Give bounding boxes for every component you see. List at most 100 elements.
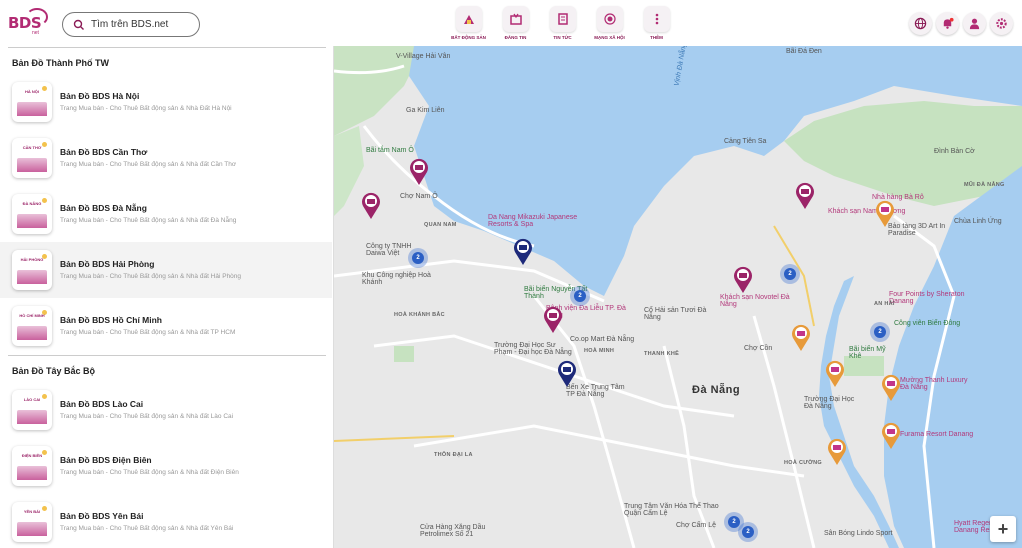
map-label: V-Village Hải Vân (396, 53, 451, 60)
property-marker[interactable] (542, 304, 564, 334)
city-thumbnail: LÀO CAI (12, 390, 52, 430)
item-title: Bản Đồ BDS Yên Bái (60, 511, 144, 521)
property-marker[interactable] (794, 180, 816, 210)
map-label: Trường Đại Học Đà Nẵng (804, 396, 855, 410)
divider (8, 355, 326, 356)
item-title: Bản Đồ BDS Cần Thơ (60, 147, 148, 157)
nav-label: THÊM (650, 35, 663, 40)
marker-cluster[interactable]: 2 (570, 286, 590, 306)
map-label: Cửa Hàng Xăng Dầu Petrolimex Số 21 (420, 524, 486, 538)
marker-cluster[interactable]: 2 (870, 322, 890, 342)
map-label: Bãi tắm Nam Ô (366, 147, 414, 154)
item-title: Bản Đồ BDS Hà Nội (60, 91, 140, 101)
list-item-can-tho[interactable]: CẦN THƠ Bản Đồ BDS Cần Thơ Trang Mua bán… (0, 130, 332, 186)
search-input[interactable] (91, 19, 191, 30)
nav-item-dang-tin[interactable]: ĐĂNG TIN (492, 6, 539, 40)
map-label: Trung Tâm Văn Hóa Thể Thao Quận Cẩm Lệ (624, 503, 719, 517)
divider (8, 47, 326, 48)
property-marker-navy[interactable] (512, 236, 534, 266)
item-title: Bản Đồ BDS Hồ Chí Minh (60, 315, 162, 325)
map-label: Chợ Nam Ô (400, 193, 438, 200)
item-description: Trang Mua bán - Cho Thuê Bất động sản & … (60, 273, 242, 280)
property-marker-orange[interactable] (880, 372, 902, 402)
building-icon (455, 6, 482, 32)
zoom-in-button[interactable]: + (990, 516, 1016, 542)
item-description: Trang Mua bán - Cho Thuê Bất động sản & … (60, 329, 236, 336)
settings-icon[interactable] (990, 12, 1013, 35)
item-description: Trang Mua bán - Cho Thuê Bất động sản & … (60, 217, 237, 224)
header-actions (909, 12, 1013, 35)
map-label: Bảo tàng 3D Art In Paradise (888, 223, 946, 237)
search-icon (73, 19, 84, 30)
item-description: Trang Mua bán - Cho Thuê Bất động sản & … (60, 525, 234, 532)
section-title: Bản Đồ Tây Bắc Bộ (12, 366, 96, 376)
property-marker-orange[interactable] (880, 420, 902, 450)
search-box[interactable] (62, 12, 200, 37)
nav-label: BẤT ĐỘNG SẢN (451, 35, 486, 40)
property-marker[interactable] (732, 264, 754, 294)
map-label: Da Nang Mikazuki Japanese Resorts & Spa (488, 214, 578, 228)
property-marker-orange[interactable] (824, 358, 846, 388)
map-label: Đình Bản Cờ (934, 148, 975, 155)
nav-label: ĐĂNG TIN (504, 35, 527, 40)
city-thumbnail: HÀ NỘI (12, 82, 52, 122)
map-label: Ga Kim Liên (406, 107, 445, 114)
map-label: Cảng Tiên Sa (724, 138, 767, 145)
list-item-dien-bien[interactable]: ĐIỆN BIÊN Bản Đồ BDS Điện Biên Trang Mua… (0, 438, 332, 494)
bds-logo[interactable]: BDS net (8, 8, 50, 38)
city-thumbnail: YÊN BÁI (12, 502, 52, 542)
user-icon[interactable] (963, 12, 986, 35)
city-thumbnail: ĐÀ NẴNG (12, 194, 52, 234)
map-label: THÔN ĐẠI LA (434, 452, 473, 458)
item-title: Bản Đồ BDS Điện Biên (60, 455, 152, 465)
map-label: Trường Đại Học Sư Phạm - Đại học Đà Nẵng (494, 342, 572, 356)
list-item-hai-phong[interactable]: HẢI PHÒNG Bản Đồ BDS Hải Phòng Trang Mua… (0, 242, 332, 298)
property-marker[interactable] (360, 190, 382, 220)
map-label: QUAN NAM (424, 222, 457, 228)
map-label: Khu Công nghiệp Hoà Khánh (362, 272, 431, 286)
property-marker-orange[interactable] (874, 198, 896, 228)
main-nav: BẤT ĐỘNG SẢN ĐĂNG TIN TIN TỨC MẠNG XÃ HỘ… (445, 6, 680, 40)
bell-icon[interactable] (936, 12, 959, 35)
marker-cluster[interactable]: 2 (780, 264, 800, 284)
map-label: Four Points by Sheraton Danang (889, 291, 965, 305)
top-header: BDS net BẤT ĐỘNG SẢN ĐĂNG TIN TIN TỨC (0, 0, 1022, 46)
news-icon (549, 6, 576, 32)
item-title: Bản Đồ BDS Lào Cai (60, 399, 144, 409)
nav-item-tin-tuc[interactable]: TIN TỨC (539, 6, 586, 40)
list-item-ho-chi-minh[interactable]: HỒ CHÍ MINH Bản Đồ BDS Hồ Chí Minh Trang… (0, 298, 332, 354)
property-marker[interactable] (408, 156, 430, 186)
map-label: Chợ Cẩm Lệ (676, 522, 716, 529)
list-item-da-nang[interactable]: ĐÀ NẴNG Bản Đồ BDS Đà Nẵng Trang Mua bán… (0, 186, 332, 242)
map-label: Bãi biển Nguyễn Tất Thành (524, 286, 588, 300)
map-label: Chợ Cồn (744, 345, 773, 352)
nav-label: TIN TỨC (553, 35, 572, 40)
map-label: Bãi biển Mỹ Khê (849, 346, 886, 360)
city-thumbnail: HỒ CHÍ MINH (12, 306, 52, 346)
section-title: Bản Đồ Thành Phố TW (12, 58, 109, 68)
item-description: Trang Mua bán - Cho Thuê Bất động sản & … (60, 161, 237, 168)
nav-item-mang-xa-hoi[interactable]: MẠNG XÃ HỘI (586, 6, 633, 40)
item-description: Trang Mua bán - Cho Thuê Bất động sản & … (60, 469, 239, 476)
list-item-yen-bai[interactable]: YÊN BÁI Bản Đồ BDS Yên Bái Trang Mua bán… (0, 494, 332, 548)
map-list-sidebar[interactable]: Bản Đồ Thành Phố TW HÀ NỘI Bản Đồ BDS Hà… (0, 46, 334, 548)
list-item-ha-noi[interactable]: HÀ NỘI Bản Đồ BDS Hà Nội Trang Mua bán -… (0, 74, 332, 130)
item-title: Bản Đồ BDS Hải Phòng (60, 259, 155, 269)
map-view[interactable]: Vịnh Đà Nẵng V-Village Hải Vân Ga Kim Li… (334, 46, 1022, 548)
property-marker-orange[interactable] (826, 436, 848, 466)
social-icon (596, 6, 623, 32)
item-description: Trang Mua bán - Cho Thuê Bất động sản & … (60, 105, 232, 112)
globe-icon[interactable] (909, 12, 932, 35)
marker-cluster[interactable]: 2 (408, 248, 428, 268)
marker-cluster[interactable]: 2 (724, 512, 744, 532)
list-item-lao-cai[interactable]: LÀO CAI Bản Đồ BDS Lào Cai Trang Mua bán… (0, 382, 332, 438)
logo-subtext: net (32, 30, 39, 36)
map-label: HOÀ MINH (584, 348, 615, 354)
city-thumbnail: HẢI PHÒNG (12, 250, 52, 290)
nav-label: MẠNG XÃ HỘI (594, 35, 625, 40)
property-marker-orange[interactable] (790, 322, 812, 352)
more-icon (643, 6, 670, 32)
property-marker-navy[interactable] (556, 358, 578, 388)
nav-item-them[interactable]: THÊM (633, 6, 680, 40)
nav-item-bat-dong-san[interactable]: BẤT ĐỘNG SẢN (445, 6, 492, 40)
